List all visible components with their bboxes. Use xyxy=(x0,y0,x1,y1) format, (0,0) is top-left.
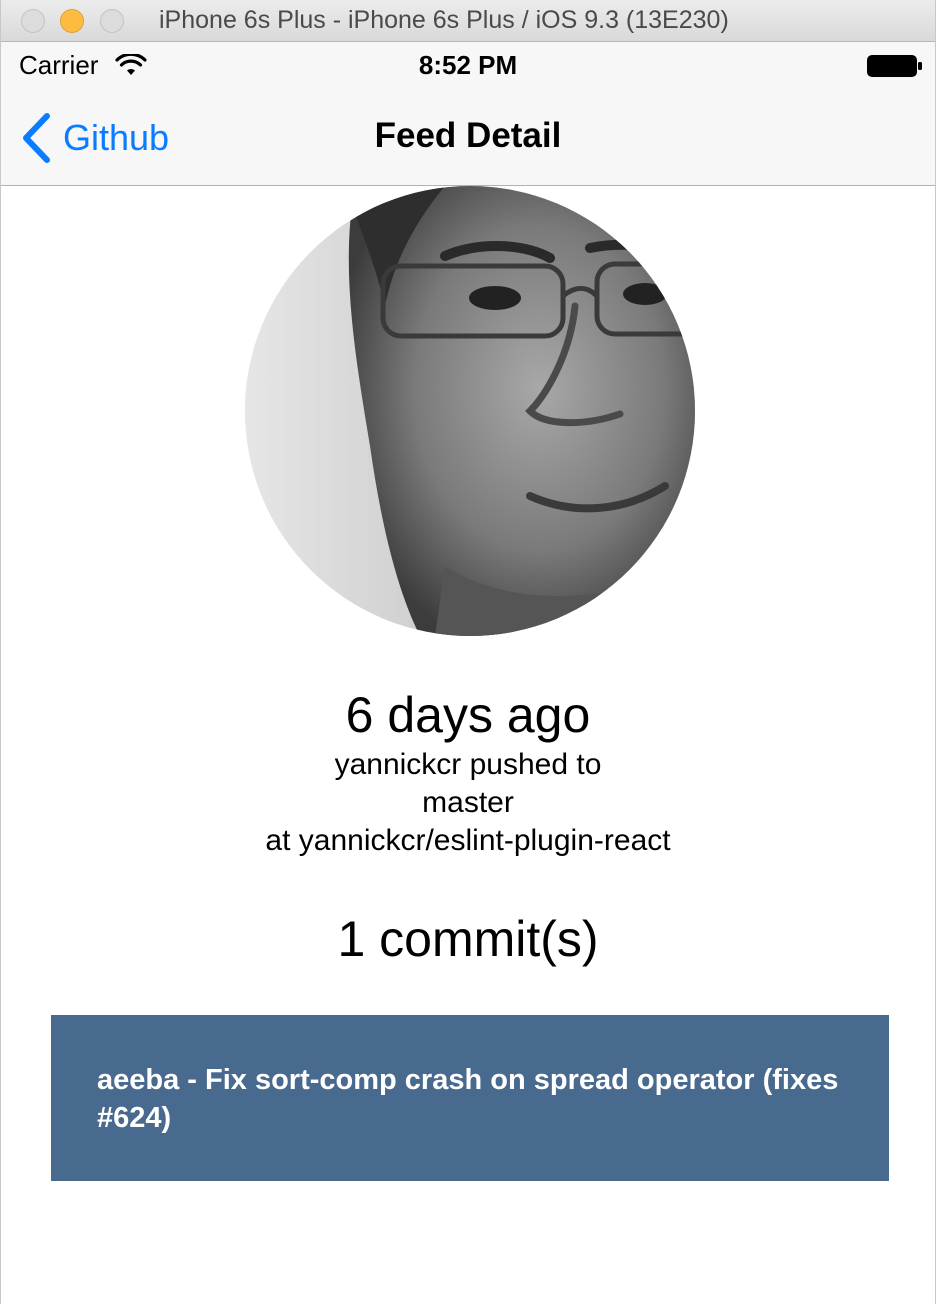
event-repository: at yannickcr/eslint-plugin-react xyxy=(265,824,671,857)
commit-message: aeeba - Fix sort-comp crash on spread op… xyxy=(97,1064,839,1134)
event-time-ago: 6 days ago xyxy=(345,687,591,743)
window-titlebar: iPhone 6s Plus - iPhone 6s Plus / iOS 9.… xyxy=(1,0,935,42)
battery-icon xyxy=(867,55,922,77)
event-branch: master xyxy=(422,786,514,819)
zoom-window-button[interactable] xyxy=(100,9,124,33)
page-title: Feed Detail xyxy=(374,116,562,155)
window-title: iPhone 6s Plus - iPhone 6s Plus / iOS 9.… xyxy=(159,6,729,34)
simulator-window: iPhone 6s Plus - iPhone 6s Plus / iOS 9.… xyxy=(0,0,936,1304)
minimize-window-button[interactable] xyxy=(60,9,84,33)
commit-list-item[interactable]: aeeba - Fix sort-comp crash on spread op… xyxy=(51,1015,889,1181)
avatar-photo xyxy=(245,186,695,636)
commit-count: 1 commit(s) xyxy=(337,911,599,967)
navigation-bar: Github Feed Detail xyxy=(1,90,935,186)
user-avatar xyxy=(245,186,695,636)
status-bar: Carrier 8:52 PM xyxy=(1,42,935,90)
close-window-button[interactable] xyxy=(21,9,45,33)
status-time: 8:52 PM xyxy=(418,50,518,80)
event-action: yannickcr pushed to xyxy=(334,748,602,781)
